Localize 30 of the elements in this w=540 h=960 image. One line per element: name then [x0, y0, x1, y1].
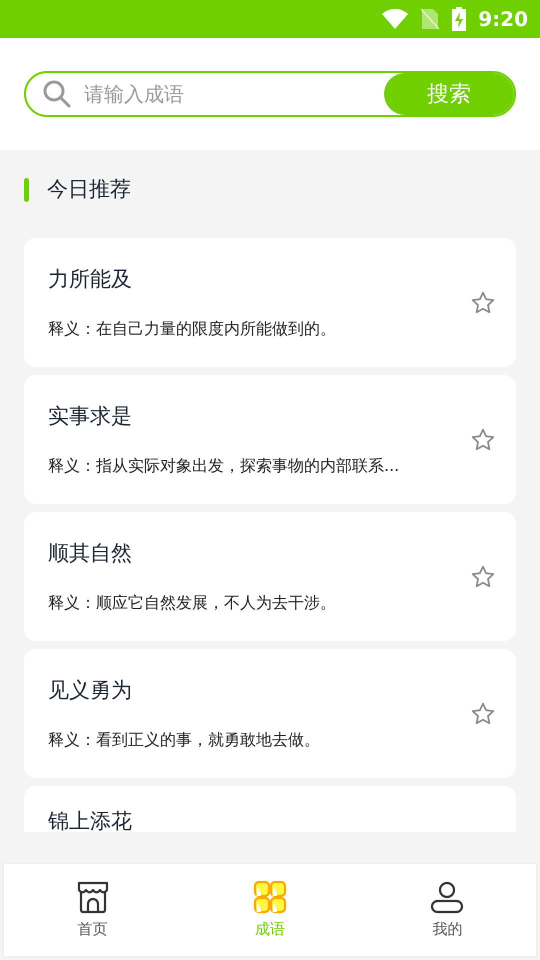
idiom-title: 见义勇为: [48, 676, 133, 704]
user-icon: [430, 880, 464, 914]
search-icon: [42, 79, 72, 109]
idiom-meaning: 释义：顺应它自然发展，不人为去干涉。: [48, 592, 337, 614]
nav-tab[interactable]: 首页: [4, 864, 182, 956]
wifi-icon: [382, 9, 408, 29]
idiom-card[interactable]: 力所能及 释义：在自己力量的限度内所能做到的。: [24, 238, 516, 367]
idiom-card[interactable]: 实事求是 释义：指从实际对象出发，探索事物的内部联系...: [24, 375, 516, 504]
section-title: 今日推荐: [47, 176, 131, 204]
idiom-title: 实事求是: [48, 402, 133, 430]
idiom-card[interactable]: 顺其自然 释义：顺应它自然发展，不人为去干涉。: [24, 512, 516, 641]
accent-bar: [24, 178, 29, 202]
star-icon[interactable]: [470, 700, 496, 726]
star-icon[interactable]: [470, 290, 496, 316]
idiom-title: 力所能及: [48, 266, 133, 293]
grid-icon: [252, 880, 287, 914]
storefront-icon: [76, 880, 110, 914]
battery-charging-icon: [452, 7, 466, 31]
idiom-title: 锦上添花: [48, 808, 133, 832]
status-time: 9:20: [478, 6, 528, 33]
idiom-card[interactable]: 见义勇为 释义：看到正义的事，就勇敢地去做。: [24, 649, 516, 778]
star-icon[interactable]: [470, 426, 496, 452]
idiom-card[interactable]: 锦上添花: [24, 786, 516, 832]
nav-tab[interactable]: 我的: [358, 864, 536, 956]
no-sim-icon: [420, 8, 440, 30]
idiom-meaning: 释义：指从实际对象出发，探索事物的内部联系...: [48, 455, 400, 478]
idiom-title: 顺其自然: [48, 540, 133, 567]
idiom-meaning: 释义：看到正义的事，就勇敢地去做。: [48, 729, 321, 752]
star-icon[interactable]: [470, 564, 496, 590]
idiom-meaning: 释义：在自己力量的限度内所能做到的。: [48, 318, 337, 340]
